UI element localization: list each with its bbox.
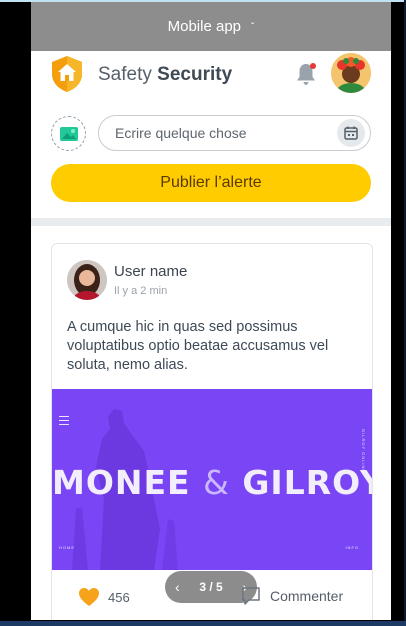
image-title-right: GILROY — [242, 463, 372, 502]
bell-icon[interactable] — [293, 61, 319, 87]
prev-image-button[interactable]: ‹ — [175, 579, 180, 595]
app-switcher-title: Mobile app — [167, 18, 242, 35]
mobile-screen: Mobile app ˇ Safety Security Ecrire quel… — [31, 2, 391, 620]
post-card: User name Il y a 2 min A cumque hic in q… — [51, 243, 373, 620]
add-media-button[interactable] — [51, 116, 86, 151]
avatar — [67, 260, 107, 300]
calendar-button[interactable] — [337, 119, 365, 147]
comment-button[interactable]: Commenter — [240, 585, 343, 607]
shield-home-icon — [52, 56, 82, 92]
brand-name-light: Safety — [98, 64, 152, 85]
image-title-left: MONEE — [52, 463, 191, 502]
alert-composer — [31, 114, 391, 154]
image-footer-right: INFO — [345, 545, 359, 550]
app-header: Safety Security — [31, 51, 391, 101]
post-timestamp: Il y a 2 min — [114, 285, 168, 297]
heart-icon — [79, 588, 99, 606]
post-image[interactable]: GILROY ONLINE MONEE & GILROY HOME INFO — [52, 389, 372, 570]
post-body: A cumque hic in quas sed possimus volupt… — [67, 319, 329, 373]
post-author-avatar[interactable] — [67, 260, 107, 300]
post-author-name[interactable]: User name — [114, 263, 187, 280]
brand-name: Safety Security — [98, 64, 232, 86]
profile-avatar[interactable] — [331, 53, 371, 93]
image-icon — [59, 126, 78, 141]
brand-name-bold: Security — [157, 64, 233, 85]
comment-icon — [242, 587, 260, 605]
chevron-down-icon: ˇ — [251, 22, 255, 33]
avatar — [331, 53, 371, 93]
notification-dot — [310, 63, 316, 69]
image-footer-left: HOME — [59, 545, 75, 550]
image-title-amp: & — [203, 463, 230, 502]
like-button[interactable]: 456 — [78, 587, 130, 607]
alert-text-input[interactable] — [98, 115, 371, 151]
app-switcher-bar[interactable]: Mobile app ˇ — [31, 2, 391, 51]
like-count: 456 — [108, 589, 130, 605]
section-divider — [31, 218, 391, 226]
image-page-indicator: 3 / 5 — [199, 580, 223, 594]
calendar-icon — [344, 126, 358, 140]
image-menu-icon — [59, 416, 69, 428]
publish-alert-button[interactable]: Publier l’alerte — [51, 164, 371, 202]
comment-label: Commenter — [270, 588, 344, 604]
image-title: MONEE & GILROY — [52, 463, 372, 502]
window-bottom-edge — [0, 621, 406, 626]
